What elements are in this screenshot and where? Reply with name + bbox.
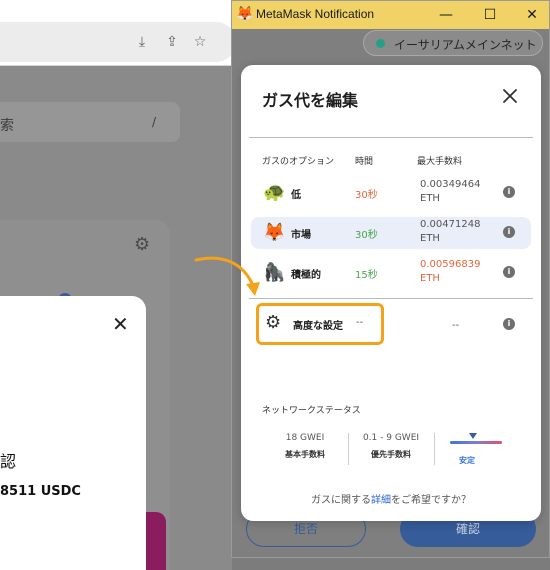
gas-option-aggressive[interactable]: 🦍 積極的 15秒 0.00596839 ETH i — [251, 257, 531, 289]
background-pink-button[interactable] — [146, 512, 166, 570]
star-icon[interactable]: ☆ — [190, 32, 210, 52]
option-time: 15秒 — [355, 270, 378, 281]
info-icon[interactable]: i — [503, 186, 515, 198]
option-fee: 0.00471248 ETH — [420, 218, 480, 246]
option-fee-amount: 0.00596839 — [420, 259, 481, 270]
priority-fee-label: 優先手数料 — [371, 450, 411, 459]
gear-icon: ⚙ — [265, 312, 282, 333]
divider — [249, 298, 533, 299]
option-fee-unit: ETH — [420, 273, 440, 284]
share-icon[interactable]: ⇪ — [162, 32, 182, 52]
window-title: MetaMask Notification — [256, 7, 375, 21]
option-fee-unit: ETH — [420, 193, 440, 204]
header-time: 時間 — [355, 157, 374, 167]
info-icon[interactable]: i — [503, 226, 515, 238]
pointer-arrow-icon — [194, 256, 260, 296]
network-selector[interactable]: イーサリアムメインネット — [363, 30, 543, 56]
priority-fee: 0.1 - 9 GWEI 優先手数料 — [348, 429, 434, 469]
advanced-time: -- — [356, 317, 364, 328]
option-time: 30秒 — [355, 230, 378, 241]
option-name: 低 — [291, 190, 301, 201]
base-fee-value: 18 GWEI — [285, 433, 325, 443]
stability-label: 安定 — [459, 456, 475, 465]
window-titlebar: 🦊 MetaMask Notification — ☐ ✕ — [232, 1, 549, 29]
download-icon[interactable]: ⤓ — [132, 32, 152, 52]
gorilla-icon: 🦍 — [263, 262, 286, 283]
network-label: イーサリアムメインネット — [394, 38, 537, 52]
edit-gas-panel: ガス代を編集 ガスのオプション 時間 最大手数料 🐢 低 30秒 0.00349… — [241, 65, 541, 521]
option-time: 30秒 — [355, 190, 378, 201]
metamask-fox-icon: 🦊 — [236, 6, 254, 22]
maximize-icon[interactable]: ☐ — [480, 5, 500, 25]
info-icon[interactable]: i — [503, 266, 515, 278]
priority-fee-value: 0.1 - 9 GWEI — [362, 433, 420, 443]
advanced-info-icon[interactable]: i — [503, 318, 515, 330]
option-fee: 0.00349464 ETH — [420, 178, 480, 206]
option-name: 積極的 — [291, 270, 321, 281]
advanced-name: 高度な設定 — [293, 321, 343, 332]
option-fee-amount: 0.00349464 — [420, 179, 481, 190]
close-window-icon[interactable]: ✕ — [522, 5, 542, 25]
help-text: ガスに関する詳細をご希望ですか？ — [241, 491, 541, 506]
network-status-dot — [376, 39, 385, 48]
background-search-shortcut: / — [152, 115, 157, 129]
divider — [249, 137, 533, 138]
background-close-icon[interactable]: ✕ — [112, 312, 129, 336]
background-modal — [0, 296, 146, 570]
network-status: 18 GWEI 基本手数料 0.1 - 9 GWEI 優先手数料 安定 — [262, 429, 526, 471]
divider — [434, 433, 435, 465]
advanced-fee: -- — [452, 320, 460, 331]
gas-option-low[interactable]: 🐢 低 30秒 0.00349464 ETH i — [251, 177, 531, 209]
option-fee-amount: 0.00471248 — [420, 219, 481, 230]
header-max-fee: 最大手数料 — [417, 157, 463, 167]
background-amount: 8511 USDC — [0, 484, 81, 499]
gas-option-market[interactable]: 🦊 市場 30秒 0.00471248 ETH i — [251, 217, 531, 249]
background-gear-icon[interactable]: ⚙ — [134, 234, 150, 255]
help-link[interactable]: 詳細 — [371, 495, 391, 506]
help-text-before: ガスに関する — [311, 495, 371, 506]
base-fee: 18 GWEI 基本手数料 — [262, 429, 348, 469]
background-search-text: 索 — [0, 118, 14, 134]
option-fee-unit: ETH — [420, 233, 440, 244]
fox-icon: 🦊 — [263, 222, 286, 243]
help-text-after: をご希望ですか？ — [391, 495, 471, 506]
gas-option-advanced[interactable]: ⚙ 高度な設定 -- — [256, 303, 384, 345]
turtle-icon: 🐢 — [263, 182, 286, 203]
base-fee-label: 基本手数料 — [285, 450, 325, 459]
close-icon[interactable] — [499, 85, 521, 107]
network-status-label: ネットワークステータス — [262, 406, 361, 416]
header-option: ガスのオプション — [262, 157, 335, 167]
stability-bar — [450, 441, 502, 444]
option-fee: 0.00596839 ETH — [420, 258, 480, 286]
browser-toolbar: ⤓ ⇪ ☆ — [0, 0, 240, 66]
panel-title: ガス代を編集 — [262, 91, 359, 110]
stability-marker — [469, 433, 477, 439]
option-name: 市場 — [291, 230, 311, 241]
background-confirm-text: 認 — [0, 452, 17, 471]
minimize-icon[interactable]: — — [436, 5, 456, 25]
